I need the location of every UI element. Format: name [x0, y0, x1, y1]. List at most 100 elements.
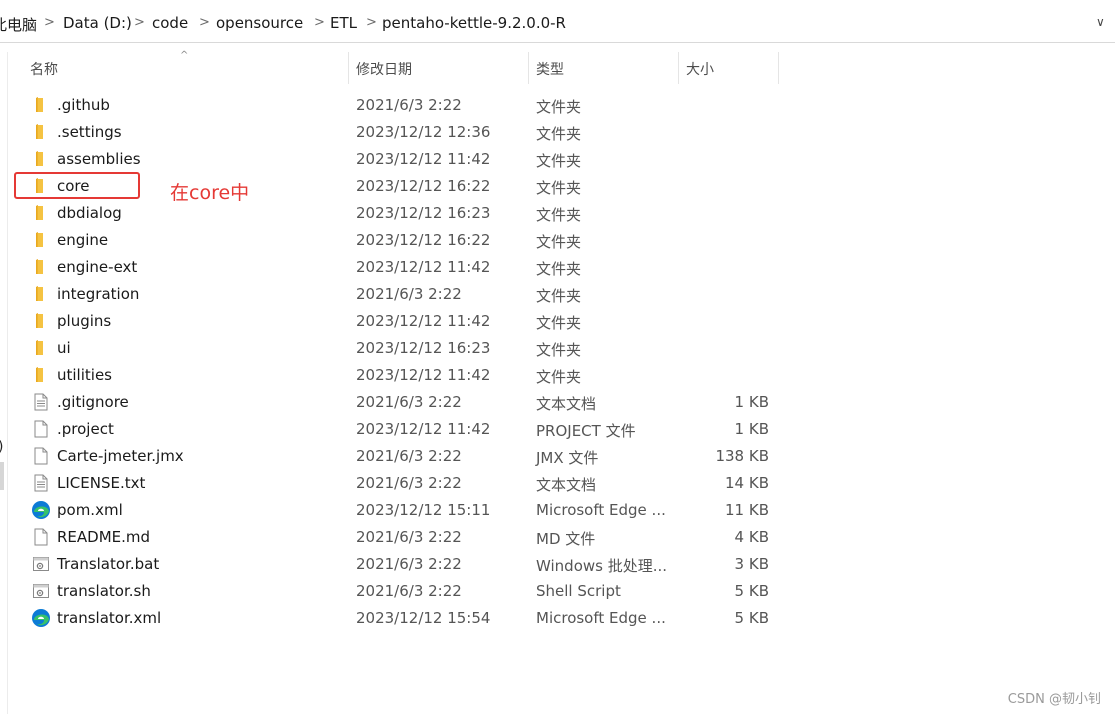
file-size: 1 KB — [734, 393, 769, 411]
chevron-right-icon[interactable]: > — [314, 15, 325, 30]
text-file-icon — [32, 393, 50, 411]
edge-icon — [31, 608, 50, 627]
file-type: Microsoft Edge ... — [536, 609, 666, 627]
file-row[interactable]: plugins 2023/12/12 11:42 文件夹 — [8, 308, 788, 335]
file-type: 文件夹 — [536, 341, 582, 359]
navigation-pane-scrollbar[interactable] — [0, 462, 4, 490]
file-row[interactable]: .settings 2023/12/12 12:36 文件夹 — [8, 119, 788, 146]
navigation-pane-edge — [0, 52, 8, 714]
file-name: .settings — [57, 123, 122, 141]
file-type: 文件夹 — [536, 287, 582, 305]
file-type: 文件夹 — [536, 125, 582, 143]
file-row[interactable]: translator.sh 2021/6/3 2:22 Shell Script 5 … — [8, 578, 788, 605]
file-type: 文本文档 — [536, 476, 597, 494]
file-row[interactable]: .gitignore 2021/6/3 2:22 文本文档 1 KB — [8, 389, 788, 416]
file-row[interactable]: integration 2021/6/3 2:22 文件夹 — [8, 281, 788, 308]
file-type: Windows 批处理... — [536, 557, 668, 575]
blank-file-icon — [32, 420, 50, 438]
file-name: integration — [57, 285, 140, 303]
file-row[interactable]: engine 2023/12/12 16:22 文件夹 — [8, 227, 788, 254]
file-name: utilities — [57, 366, 112, 384]
file-row[interactable]: LICENSE.txt 2021/6/3 2:22 文本文档 14 KB — [8, 470, 788, 497]
breadcrumb-code[interactable]: code — [152, 14, 188, 32]
file-row[interactable]: assemblies 2023/12/12 11:42 文件夹 — [8, 146, 788, 173]
blank-file-icon — [32, 447, 50, 465]
file-date: 2021/6/3 2:22 — [356, 582, 462, 600]
file-name: README.md — [57, 528, 151, 546]
file-date: 2023/12/12 11:42 — [356, 150, 491, 168]
file-date: 2021/6/3 2:22 — [356, 285, 462, 303]
file-row[interactable]: Carte-jmeter.jmx 2021/6/3 2:22 JMX 文件 138 K… — [8, 443, 788, 470]
file-row[interactable]: .project 2023/12/12 11:42 PROJECT 文件 1 KB — [8, 416, 788, 443]
chevron-right-icon[interactable]: > — [44, 15, 55, 30]
file-size: 138 KB — [715, 447, 769, 465]
file-name: plugins — [57, 312, 112, 330]
file-row[interactable]: .github 2021/6/3 2:22 文件夹 — [8, 92, 788, 119]
file-date: 2023/12/12 15:54 — [356, 609, 491, 627]
file-size: 5 KB — [734, 582, 769, 600]
file-name: .gitignore — [57, 393, 129, 411]
breadcrumb-etl[interactable]: ETL — [330, 14, 357, 32]
column-divider[interactable] — [778, 52, 779, 84]
file-date: 2023/12/12 16:23 — [356, 339, 491, 357]
file-size: 3 KB — [734, 555, 769, 573]
chevron-right-icon[interactable]: > — [366, 15, 377, 30]
file-row[interactable]: translator.xml 2023/12/12 15:54 Microsoft … — [8, 605, 788, 632]
folder-icon — [32, 312, 50, 330]
file-type: JMX 文件 — [536, 449, 599, 467]
file-date: 2021/6/3 2:22 — [356, 447, 462, 465]
chevron-down-icon[interactable]: ∨ — [1096, 15, 1105, 29]
script-file-icon — [32, 582, 50, 600]
file-date: 2023/12/12 11:42 — [356, 258, 491, 276]
chevron-right-icon[interactable]: > — [134, 15, 145, 30]
file-size: 5 KB — [734, 609, 769, 627]
file-row[interactable]: utilities 2023/12/12 11:42 文件夹 — [8, 362, 788, 389]
breadcrumb-opensource[interactable]: opensource — [216, 14, 303, 32]
file-name: translator.xml — [57, 609, 162, 627]
file-type: 文件夹 — [536, 233, 582, 251]
file-type: Microsoft Edge ... — [536, 501, 666, 519]
file-name: assemblies — [57, 150, 141, 168]
breadcrumb-drive[interactable]: Data (D:) — [63, 14, 132, 32]
script-file-icon — [32, 555, 50, 573]
navigation-pane-text-fragment: ) — [0, 439, 3, 455]
text-file-icon — [32, 474, 50, 492]
file-type: PROJECT 文件 — [536, 422, 636, 440]
file-type: 文件夹 — [536, 206, 582, 224]
annotation-text: 在core中 — [170, 182, 250, 204]
file-row[interactable]: README.md 2021/6/3 2:22 MD 文件 4 KB — [8, 524, 788, 551]
file-row[interactable]: pom.xml 2023/12/12 15:11 Microsoft Edge ..… — [8, 497, 788, 524]
file-date: 2023/12/12 11:42 — [356, 312, 491, 330]
column-header-name[interactable]: 名称 — [30, 59, 58, 79]
column-header-type[interactable]: 类型 — [536, 59, 564, 79]
column-divider[interactable] — [678, 52, 679, 84]
file-name: LICENSE.txt — [57, 474, 146, 492]
file-date: 2021/6/3 2:22 — [356, 393, 462, 411]
address-bar[interactable]: 此电脑 > Data (D:) > code > opensource > ET… — [0, 2, 1115, 43]
file-size: 14 KB — [725, 474, 769, 492]
folder-icon — [32, 339, 50, 357]
folder-icon — [32, 285, 50, 303]
folder-icon — [32, 366, 50, 384]
file-name: Carte-jmeter.jmx — [57, 447, 184, 465]
sort-ascending-icon: ^ — [180, 50, 189, 61]
annotation-highlight-box — [14, 172, 140, 199]
file-date: 2023/12/12 16:22 — [356, 231, 491, 249]
column-header-size[interactable]: 大小 — [686, 59, 714, 79]
file-name: engine-ext — [57, 258, 138, 276]
file-row[interactable]: dbdialog 2023/12/12 16:23 文件夹 — [8, 200, 788, 227]
file-name: .github — [57, 96, 110, 114]
folder-icon — [32, 204, 50, 222]
file-name: dbdialog — [57, 204, 122, 222]
column-divider[interactable] — [528, 52, 529, 84]
blank-file-icon — [32, 528, 50, 546]
breadcrumb-this-pc[interactable]: 此电脑 — [0, 14, 37, 35]
breadcrumb-current-folder[interactable]: pentaho-kettle-9.2.0.0-R — [382, 14, 566, 32]
column-divider[interactable] — [348, 52, 349, 84]
file-row[interactable]: engine-ext 2023/12/12 11:42 文件夹 — [8, 254, 788, 281]
file-row[interactable]: ui 2023/12/12 16:23 文件夹 — [8, 335, 788, 362]
column-header-date[interactable]: 修改日期 — [356, 59, 412, 79]
file-row[interactable]: Translator.bat 2021/6/3 2:22 Windows 批处理..… — [8, 551, 788, 578]
chevron-right-icon[interactable]: > — [199, 15, 210, 30]
file-size: 1 KB — [734, 420, 769, 438]
